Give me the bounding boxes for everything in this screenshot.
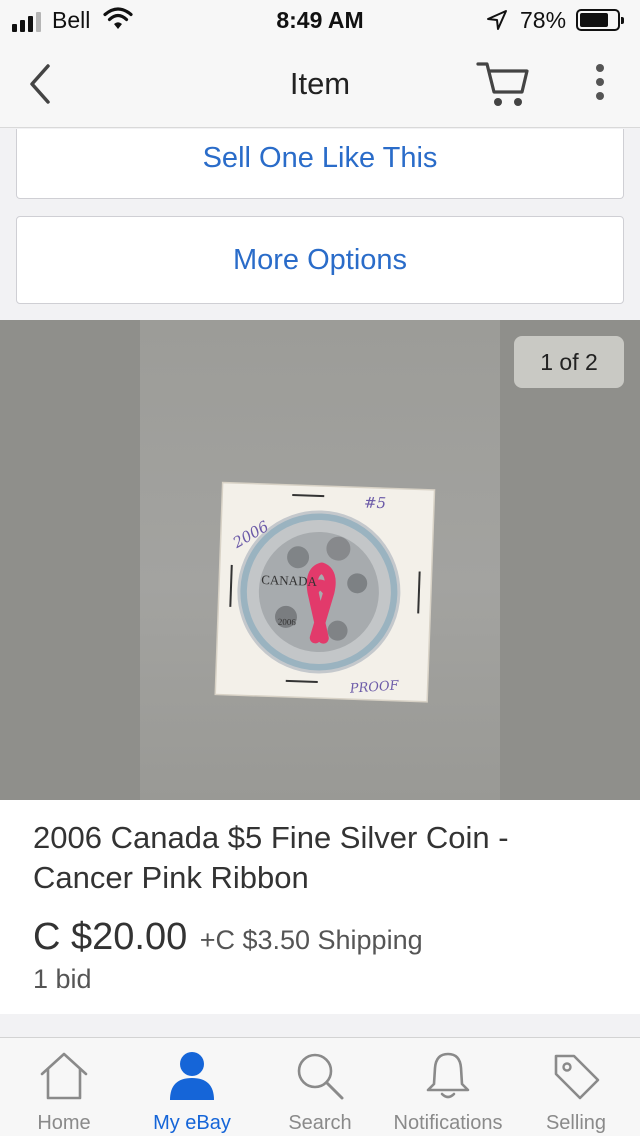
person-icon (170, 1052, 214, 1100)
location-arrow-icon (487, 10, 507, 30)
status-bar: Bell 8:49 AM 78% (0, 0, 640, 40)
item-photo[interactable]: CANADA 2006 2006 #5 PROOF (140, 320, 500, 800)
home-icon (40, 1052, 88, 1100)
cart-button[interactable] (474, 58, 534, 112)
more-vertical-icon (588, 64, 612, 100)
tab-label: My eBay (153, 1112, 231, 1134)
tab-notifications[interactable]: Notifications (384, 1038, 512, 1136)
coin-inscription: CANADA (261, 572, 318, 589)
tab-my-ebay[interactable]: My eBay (128, 1038, 256, 1136)
sell-one-like-this-button[interactable]: Sell One Like This (16, 129, 624, 199)
tab-label: Search (288, 1112, 352, 1134)
battery-level (580, 13, 608, 27)
item-price: C $20.00 (33, 916, 188, 958)
more-options-menu-button[interactable] (588, 64, 612, 104)
item-summary: 2006 Canada $5 Fine Silver Coin - Cancer… (0, 800, 640, 1014)
search-icon (297, 1053, 344, 1100)
shopping-cart-icon (476, 62, 529, 106)
navigation-bar: Item (0, 40, 640, 128)
price-row: C $20.00 +C $3.50 Shipping (33, 916, 423, 959)
bid-count: 1 bid (33, 964, 92, 994)
item-title: 2006 Canada $5 Fine Silver Coin - Cancer… (33, 820, 509, 895)
image-counter: 1 of 2 (514, 336, 624, 388)
item-content[interactable]: Sell One Like This More Options CANADA 2… (0, 129, 640, 1037)
tab-label: Selling (545, 1112, 607, 1134)
handwritten-value-note: #5 (364, 494, 387, 513)
image-gallery[interactable]: CANADA 2006 2006 #5 PROOF 1 of 2 (0, 320, 640, 800)
page-title: Item (289, 66, 351, 101)
battery-icon (576, 9, 624, 31)
more-options-button[interactable]: More Options (16, 216, 624, 304)
tab-selling[interactable]: Selling (512, 1038, 640, 1136)
tab-bar: Home My eBay Search Notifications Sellin… (0, 1037, 640, 1136)
shipping-cost: +C $3.50 Shipping (199, 925, 423, 955)
bell-icon (426, 1052, 470, 1099)
tag-icon (554, 1054, 600, 1100)
coin-year: 2006 (278, 617, 297, 628)
tab-home[interactable]: Home (0, 1038, 128, 1136)
battery-percentage: 78% (520, 7, 567, 33)
tab-search[interactable]: Search (256, 1038, 384, 1136)
tab-label: Home (37, 1112, 91, 1134)
tab-label: Notifications (393, 1112, 503, 1134)
coin-holder-image: CANADA 2006 2006 #5 PROOF (214, 481, 436, 703)
